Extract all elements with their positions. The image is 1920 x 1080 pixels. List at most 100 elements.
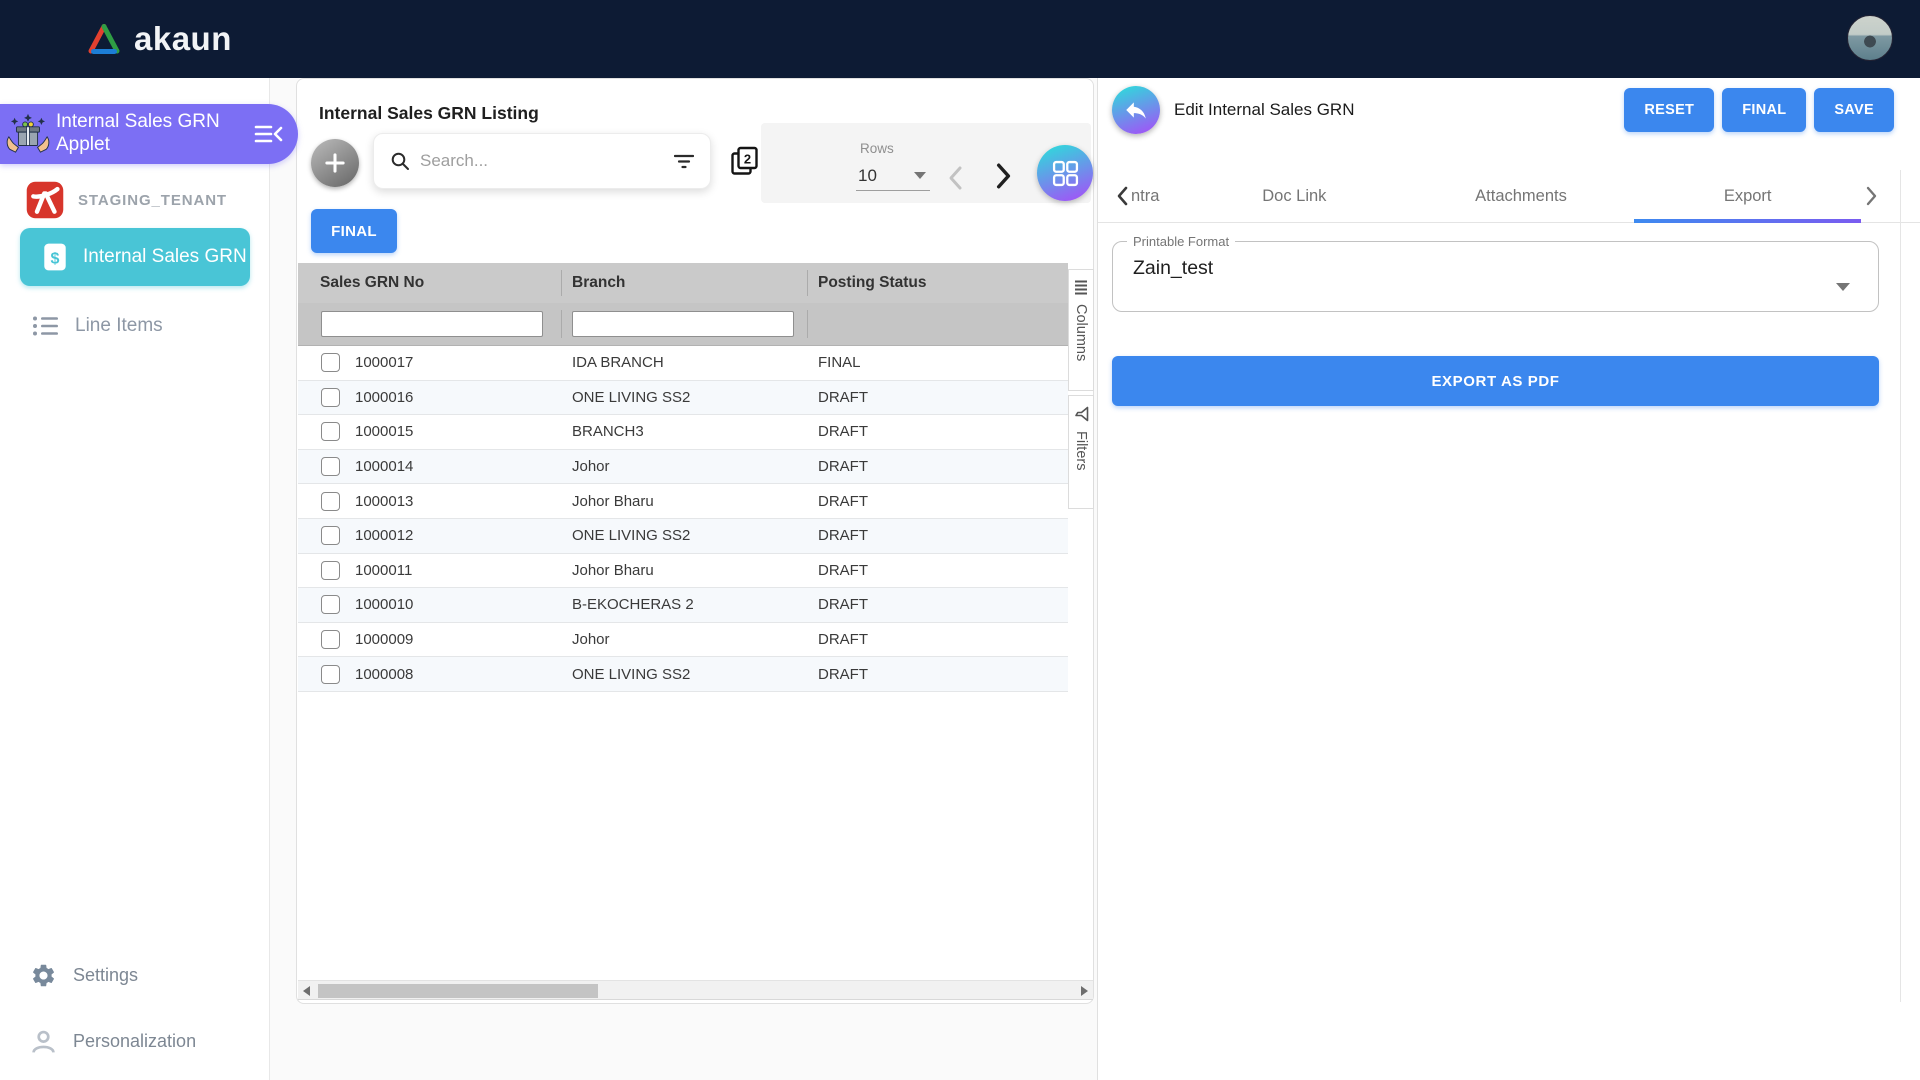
funnel-icon [1073,406,1089,422]
search-input[interactable] [420,151,674,171]
column-header-posting-status: Posting Status [808,263,1068,303]
plus-icon [322,150,348,176]
add-button[interactable] [311,139,359,187]
horizontal-scrollbar[interactable] [298,980,1093,1000]
rows-per-page-value: 10 [858,166,877,186]
scrollbar-thumb[interactable] [318,984,598,998]
tab-contra[interactable]: ntra [1131,170,1181,223]
printable-format-select[interactable]: Printable Format Zain_test [1112,234,1879,312]
gear-icon [30,962,57,989]
save-button[interactable]: SAVE [1814,88,1894,132]
sales-grn-no-cell: 1000011 [355,562,412,579]
table-row[interactable]: 1000012 ONE LIVING SS2 DRAFT [298,519,1068,554]
tab-attachments[interactable]: Attachments [1408,170,1635,223]
editor-title: Edit Internal Sales GRN [1174,100,1354,120]
branch-cell: ONE LIVING SS2 [562,389,808,406]
scroll-left-icon[interactable] [303,986,310,996]
scroll-right-icon[interactable] [1081,986,1088,996]
tabs-scroll-right-icon[interactable] [1864,184,1880,208]
sales-grn-no-cell: 1000012 [355,527,413,544]
filters-tab-label: Filters [1073,431,1089,470]
posting-status-cell: DRAFT [808,389,1068,406]
table-side-tabs: Columns Filters [1068,269,1094,509]
printable-format-label: Printable Format [1127,234,1235,249]
row-checkbox[interactable] [321,422,340,441]
sidebar-item-personalization[interactable]: Personalization [30,1022,196,1060]
table-row[interactable]: 1000013 Johor Bharu DRAFT [298,484,1068,519]
brand-name: akaun [134,20,232,58]
sales-grn-no-cell: 1000015 [355,423,413,440]
branch-cell: B-EKOCHERAS 2 [562,596,808,613]
brand-triangle-icon [86,23,122,55]
applet-title: Internal Sales GRN Applet [56,111,232,157]
sidebar-collapse-icon[interactable] [254,123,284,145]
tab-export[interactable]: Export [1634,170,1861,223]
row-checkbox[interactable] [321,561,340,580]
final-button[interactable]: FINAL [311,209,397,253]
sidebar-item-tenant[interactable]: STAGING_TENANT [26,180,227,220]
row-checkbox[interactable] [321,665,340,684]
row-checkbox[interactable] [321,457,340,476]
posting-status-cell: DRAFT [808,666,1068,683]
sales-grn-no-cell: 1000014 [355,458,413,475]
columns-panel-tab[interactable]: Columns [1068,269,1094,391]
sidebar-item-label: Line Items [75,315,163,337]
rows-per-page-select[interactable]: 10 [856,161,930,191]
branch-cell: Johor Bharu [562,493,808,510]
back-button[interactable] [1112,86,1160,134]
row-checkbox[interactable] [321,595,340,614]
table-row[interactable]: 1000009 Johor DRAFT [298,623,1068,658]
row-checkbox[interactable] [321,492,340,511]
apps-grid-button[interactable] [1037,145,1093,201]
posting-status-cell: FINAL [808,354,1068,371]
table-row[interactable]: 1000016 ONE LIVING SS2 DRAFT [298,381,1068,416]
table-row[interactable]: 1000008 ONE LIVING SS2 DRAFT [298,657,1068,692]
sidebar-item-settings[interactable]: Settings [30,956,138,994]
grid-icon [1052,160,1079,187]
grn-filter-input[interactable] [321,311,543,337]
row-checkbox[interactable] [321,526,340,545]
grn-table: Sales GRN No Branch Posting Status 10000… [298,263,1068,692]
posting-status-cell: DRAFT [808,423,1068,440]
table-row[interactable]: 1000017 IDA BRANCH FINAL [298,346,1068,381]
applet-header: Internal Sales GRN Applet [0,104,298,164]
sidebar-item-line-items[interactable]: Line Items [32,308,163,344]
branch-cell: ONE LIVING SS2 [562,527,808,544]
posting-status-cell: DRAFT [808,562,1068,579]
table-row[interactable]: 1000010 B-EKOCHERAS 2 DRAFT [298,588,1068,623]
printable-format-value: Zain_test [1113,249,1878,280]
sidebar-item-internal-sales-grn[interactable]: $ Internal Sales GRN [20,228,250,286]
sales-grn-no-cell: 1000017 [355,354,413,371]
brand-logo: akaun [86,20,232,58]
next-page-icon[interactable] [991,162,1015,190]
tab-doc-link[interactable]: Doc Link [1181,170,1408,223]
sales-grn-no-cell: 1000010 [355,596,413,613]
tabs-scroll-left-icon[interactable] [1114,184,1130,208]
export-as-pdf-button[interactable]: EXPORT AS PDF [1112,356,1879,406]
branch-cell: ONE LIVING SS2 [562,666,808,683]
filters-panel-tab[interactable]: Filters [1068,395,1094,509]
table-row[interactable]: 1000011 Johor Bharu DRAFT [298,554,1068,589]
table-body: 1000017 IDA BRANCH FINAL 1000016 ONE LIV… [298,346,1068,692]
row-checkbox[interactable] [321,630,340,649]
sales-grn-no-cell: 1000013 [355,493,413,510]
chevron-down-icon [914,172,926,179]
user-avatar[interactable] [1847,15,1893,61]
table-row[interactable]: 1000014 Johor DRAFT [298,450,1068,485]
reset-button[interactable]: RESET [1624,88,1714,132]
table-filter-row [298,303,1068,346]
branch-filter-input[interactable] [572,311,794,337]
previous-page-icon[interactable] [945,165,967,191]
dropdown-caret-icon[interactable] [1836,283,1850,291]
final-button[interactable]: FINAL [1722,88,1806,132]
document-dollar-icon: $ [42,242,68,272]
duplicate-icon[interactable]: 2 [729,145,761,177]
filter-lines-icon[interactable] [674,152,694,170]
row-checkbox[interactable] [321,388,340,407]
listing-title: Internal Sales GRN Listing [319,103,539,124]
branch-cell: BRANCH3 [562,423,808,440]
table-row[interactable]: 1000015 BRANCH3 DRAFT [298,415,1068,450]
row-checkbox[interactable] [321,353,340,372]
branch-cell: IDA BRANCH [562,354,808,371]
posting-status-cell: DRAFT [808,527,1068,544]
